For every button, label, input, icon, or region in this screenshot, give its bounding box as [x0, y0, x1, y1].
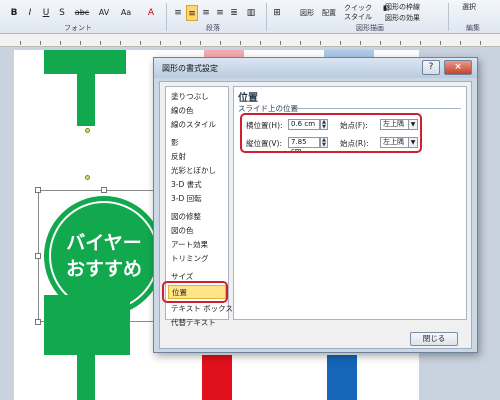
- underline-button[interactable]: U: [40, 5, 52, 21]
- align-left-icon[interactable]: ≡: [172, 5, 184, 21]
- quick-style-button[interactable]: クイック スタイル: [344, 4, 372, 22]
- panel-title: 位置: [238, 93, 258, 104]
- resize-handle[interactable]: [101, 187, 107, 193]
- tag-bottom-stem[interactable]: [77, 355, 95, 400]
- rotate-handle[interactable]: [85, 128, 90, 133]
- group-drawing-label: 図形描画: [356, 24, 384, 32]
- align-text-icon[interactable]: ⊞: [270, 5, 284, 21]
- ribbon: B I U S abc AV Aa A ≡ ≡ ≡ ≡ ≣ ▥ ⊞ 図形 配置 …: [0, 0, 500, 34]
- nav-alt-text[interactable]: 代替テキスト: [171, 317, 216, 328]
- dialog-body: 塗りつぶし 線の色 線のスタイル 影 反射 光彩とぼかし 3-D 書式 3-D …: [159, 81, 472, 349]
- close-button[interactable]: 閉じる: [410, 332, 458, 346]
- position-panel: 位置 スライド上の位置 横位置(H): 0.6 cm ▲ ▼ 始点(F): 左上隅…: [233, 86, 467, 320]
- tag-top-bar[interactable]: [44, 50, 126, 74]
- align-right-icon[interactable]: ≡: [200, 5, 212, 21]
- nav-artistic-effects[interactable]: アート効果: [171, 239, 208, 250]
- nav-picture-color[interactable]: 図の色: [171, 225, 194, 236]
- position-nav-highlight: [162, 281, 228, 303]
- align-center-icon[interactable]: ≡: [186, 5, 198, 21]
- nav-line-style[interactable]: 線のスタイル: [171, 119, 216, 130]
- dialog-titlebar[interactable]: 図形の書式設定 ? ×: [154, 58, 477, 78]
- resize-handle[interactable]: [35, 187, 41, 193]
- help-button[interactable]: ?: [422, 60, 440, 75]
- change-case-button[interactable]: Aa: [118, 5, 134, 21]
- strikethrough-button[interactable]: abc: [72, 5, 92, 21]
- nav-3d-rotation[interactable]: 3-D 回転: [171, 193, 202, 204]
- dialog-title: 図形の書式設定: [162, 64, 218, 73]
- group-editing-label: 編集: [466, 24, 480, 32]
- arrange-button[interactable]: 配置: [322, 8, 336, 18]
- red-tag-stem[interactable]: [202, 355, 232, 400]
- shadow-button[interactable]: S: [56, 5, 68, 21]
- font-color-icon[interactable]: A: [146, 5, 156, 21]
- nav-text-box[interactable]: テキスト ボックス: [171, 303, 233, 314]
- columns-icon[interactable]: ▥: [244, 5, 258, 21]
- nav-fill[interactable]: 塗りつぶし: [171, 91, 209, 102]
- position-fields-highlight: [240, 113, 422, 153]
- resize-handle[interactable]: [35, 253, 41, 259]
- close-x-button[interactable]: ×: [444, 60, 472, 75]
- bold-button[interactable]: B: [8, 5, 20, 21]
- nav-line-color[interactable]: 線の色: [171, 105, 194, 116]
- distribute-icon[interactable]: ≣: [228, 5, 240, 21]
- shape-effect-button[interactable]: 図形の効果: [385, 13, 420, 23]
- horizontal-ruler: [0, 34, 500, 47]
- tag-bottom-block[interactable]: [44, 295, 130, 355]
- tag-top-stem[interactable]: [77, 74, 95, 126]
- blue-tag-stem[interactable]: [327, 355, 357, 400]
- nav-glow[interactable]: 光彩とぼかし: [171, 165, 216, 176]
- divider: [166, 3, 167, 31]
- justify-icon[interactable]: ≡: [214, 5, 226, 21]
- nav-reflection[interactable]: 反射: [171, 151, 186, 162]
- italic-button[interactable]: I: [24, 5, 36, 21]
- nav-shadow[interactable]: 影: [171, 137, 179, 148]
- divider: [448, 3, 449, 31]
- select-button[interactable]: 選択: [462, 2, 476, 12]
- rotate-handle[interactable]: [85, 175, 90, 180]
- group-paragraph-label: 段落: [206, 24, 220, 32]
- nav-picture-corrections[interactable]: 図の修整: [171, 211, 201, 222]
- shape-button[interactable]: 図形: [300, 8, 314, 18]
- nav-3d-format[interactable]: 3-D 書式: [171, 179, 202, 190]
- divider: [296, 108, 461, 109]
- shape-outline-button[interactable]: 図形の枠線: [385, 2, 420, 12]
- format-shape-dialog: 図形の書式設定 ? × 塗りつぶし 線の色 線のスタイル 影 反射 光彩とぼかし…: [153, 57, 478, 353]
- resize-handle[interactable]: [35, 319, 41, 325]
- char-spacing-button[interactable]: AV: [96, 5, 112, 21]
- divider: [266, 3, 267, 31]
- nav-crop[interactable]: トリミング: [171, 253, 209, 264]
- group-font-label: フォント: [64, 24, 92, 32]
